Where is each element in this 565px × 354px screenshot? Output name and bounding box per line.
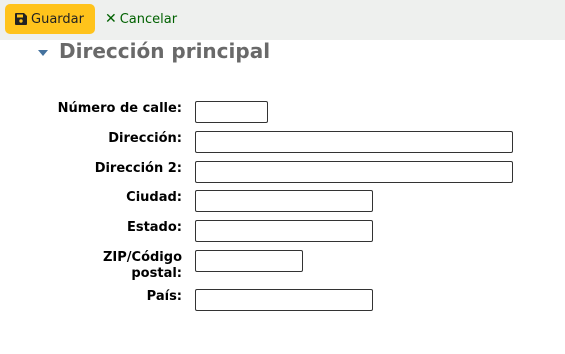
zip-input[interactable] [195, 250, 303, 272]
section-title: Dirección principal [59, 39, 271, 63]
address-input[interactable] [195, 131, 513, 153]
zip-label-line2: postal: [131, 266, 182, 281]
street-number-label: Número de calle: [57, 101, 182, 116]
country-input[interactable] [195, 289, 373, 311]
save-label: Guardar [31, 11, 84, 27]
street-number-input[interactable] [195, 101, 268, 123]
close-icon: ✕ [105, 11, 117, 27]
zip-label: ZIP/Código postal: [0, 250, 182, 282]
address2-input[interactable] [195, 161, 513, 183]
floppy-disk-icon [15, 13, 27, 25]
caret-down-icon[interactable] [38, 49, 48, 56]
toolbar: Guardar ✕ Cancelar [0, 0, 565, 40]
section-header[interactable]: Dirección principal [38, 39, 270, 63]
state-label: Estado: [126, 220, 182, 235]
state-input[interactable] [195, 220, 373, 242]
zip-label-line1: ZIP/Código [102, 250, 182, 265]
save-button[interactable]: Guardar [5, 4, 95, 34]
country-label: País: [146, 289, 182, 304]
address2-label: Dirección 2: [94, 161, 182, 176]
address-label: Dirección: [108, 131, 182, 146]
cancel-link[interactable]: ✕ Cancelar [105, 11, 177, 27]
cancel-label: Cancelar [119, 11, 178, 27]
city-label: Ciudad: [126, 190, 182, 205]
city-input[interactable] [195, 190, 373, 212]
